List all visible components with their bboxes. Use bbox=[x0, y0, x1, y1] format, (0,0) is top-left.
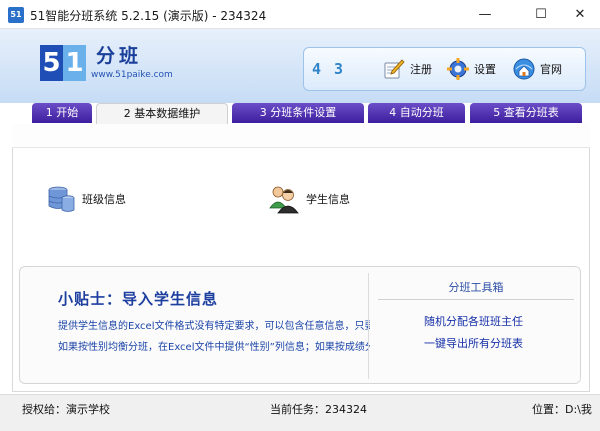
counter-display: 4 3 bbox=[312, 60, 346, 78]
toolbox-separator bbox=[378, 299, 574, 300]
logo-digit-1: 1 bbox=[63, 45, 86, 81]
tips-box: 小贴士：导入学生信息 提供学生信息的Excel文件格式没有特定要求，可以包含任意… bbox=[19, 266, 581, 384]
tab-view-tables[interactable]: 5 查看分班表 bbox=[470, 103, 582, 123]
maximize-button[interactable]: ☐ bbox=[518, 0, 564, 29]
toolbox-panel: 分班工具箱 随机分配各班班主任 一键导出所有分班表 bbox=[370, 267, 580, 383]
settings-label: 设置 bbox=[474, 63, 496, 76]
student-info-label: 学生信息 bbox=[306, 193, 350, 206]
tab-conditions[interactable]: 3 分班条件设置 bbox=[232, 103, 364, 123]
tab-auto-assign[interactable]: 4 自动分班 bbox=[368, 103, 465, 123]
minimize-button[interactable]: — bbox=[462, 0, 508, 29]
export-all-tables-link[interactable]: 一键导出所有分班表 bbox=[424, 335, 523, 351]
tips-line-2: 如果按性别均衡分班，在Excel文件中提供“性别”列信息；如果按成绩分班， bbox=[58, 342, 395, 353]
users-icon bbox=[268, 184, 300, 214]
class-info-label: 班级信息 bbox=[82, 193, 126, 206]
tab-bar: 1 开始 2 基本数据维护 3 分班条件设置 4 自动分班 5 查看分班表 bbox=[0, 103, 600, 125]
tips-title: 小贴士：导入学生信息 bbox=[58, 290, 219, 308]
website-label: 官网 bbox=[540, 63, 562, 76]
gear-icon bbox=[446, 57, 470, 81]
random-assign-teachers-link[interactable]: 随机分配各班班主任 bbox=[424, 313, 523, 329]
title-bar[interactable]: 51 51智能分班系统 5.2.15 (演示版) - 234324 — ☐ ✕ bbox=[0, 0, 600, 29]
content-header-strip bbox=[12, 124, 590, 148]
close-button[interactable]: ✕ bbox=[560, 0, 600, 29]
status-location: 位置：D:\我 bbox=[532, 403, 592, 416]
website-button[interactable]: 官网 bbox=[512, 55, 562, 83]
pencil-icon bbox=[382, 57, 406, 81]
tips-line-1: 提供学生信息的Excel文件格式没有特定要求，可以包含任意信息，只要存在“ bbox=[58, 321, 400, 332]
logo-digit-5: 5 bbox=[40, 45, 63, 81]
toolbox-title: 分班工具箱 bbox=[448, 281, 504, 294]
window-title: 51智能分班系统 5.2.15 (演示版) - 234324 bbox=[30, 9, 267, 23]
tips-divider bbox=[368, 273, 369, 379]
register-label: 注册 bbox=[410, 63, 432, 76]
status-bar: 授权给：演示学校 当前任务：234324 位置：D:\我 bbox=[0, 394, 600, 431]
logo-text: 分班 bbox=[96, 45, 143, 67]
status-current-task: 当前任务：234324 bbox=[270, 403, 367, 416]
status-licensee: 授权给：演示学校 bbox=[22, 403, 110, 416]
logo-51: 5 1 bbox=[40, 45, 86, 81]
class-info-entry[interactable]: 班级信息 bbox=[46, 184, 126, 214]
register-button[interactable]: 注册 bbox=[382, 55, 432, 83]
logo-url: www.51paike.com bbox=[91, 70, 173, 80]
tab-start[interactable]: 1 开始 bbox=[32, 103, 92, 123]
app-icon: 51 bbox=[8, 7, 24, 23]
settings-button[interactable]: 设置 bbox=[446, 55, 496, 83]
database-icon bbox=[46, 184, 76, 214]
tab-basic-data[interactable]: 2 基本数据维护 bbox=[96, 103, 228, 125]
student-info-entry[interactable]: 学生信息 bbox=[268, 184, 350, 214]
globe-home-icon bbox=[512, 57, 536, 81]
